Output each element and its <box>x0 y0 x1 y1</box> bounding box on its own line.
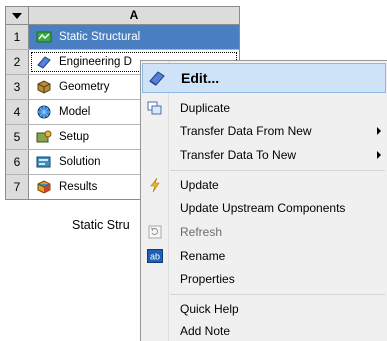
cell-label: Results <box>59 181 97 193</box>
menu-item-properties[interactable]: Properties <box>141 267 387 290</box>
geometry-icon <box>36 80 52 94</box>
menu-item-label: Update Upstream Components <box>168 201 345 215</box>
svg-text:ab: ab <box>149 251 159 261</box>
column-header-row: A <box>6 7 239 25</box>
setup-icon <box>36 130 52 144</box>
menu-item-edit[interactable]: Edit... <box>142 63 386 93</box>
static-structural-icon <box>36 30 52 44</box>
menu-item-rename[interactable]: ab Rename <box>141 244 387 267</box>
model-icon <box>36 105 52 119</box>
edit-book-icon <box>143 70 170 86</box>
cell-label: Solution <box>59 156 101 168</box>
row-number: 4 <box>6 100 29 124</box>
cell-row-static-structural[interactable]: 1 Static Structural <box>6 25 239 50</box>
menu-item-transfer-data-to-new[interactable]: Transfer Data To New <box>141 143 387 166</box>
menu-item-quick-help[interactable]: Quick Help <box>141 297 387 320</box>
submenu-arrow-icon <box>377 151 381 159</box>
results-icon <box>36 180 52 194</box>
menu-item-label: Rename <box>168 249 225 263</box>
cell-label: Geometry <box>59 81 110 93</box>
menu-item-refresh[interactable]: Refresh <box>141 220 387 243</box>
row-number: 2 <box>6 50 29 74</box>
menu-item-label: Transfer Data To New <box>168 148 296 162</box>
menu-item-update-upstream-components[interactable]: Update Upstream Components <box>141 196 387 219</box>
menu-item-transfer-data-from-new[interactable]: Transfer Data From New <box>141 119 387 142</box>
menu-item-label: Add Note <box>168 324 230 338</box>
row-number: 6 <box>6 150 29 174</box>
cell-label: Engineering D <box>59 56 132 68</box>
menu-item-duplicate[interactable]: Duplicate <box>141 96 387 119</box>
cell-label: Setup <box>59 131 89 143</box>
menu-item-add-note[interactable]: Add Note <box>141 320 387 341</box>
lightning-icon <box>141 177 168 193</box>
menu-item-label: Transfer Data From New <box>168 124 312 138</box>
rename-icon: ab <box>141 249 168 263</box>
refresh-icon <box>141 225 168 239</box>
menu-item-label: Quick Help <box>168 302 239 316</box>
context-menu: Edit... Duplicate Transfer Data From New… <box>140 60 387 341</box>
system-caption[interactable]: Static Stru <box>72 218 130 232</box>
menu-item-update[interactable]: Update <box>141 173 387 196</box>
solution-icon <box>36 155 52 169</box>
cell-label: Model <box>59 106 90 118</box>
row-number: 5 <box>6 125 29 149</box>
menu-item-label: Update <box>168 178 219 192</box>
menu-item-label: Refresh <box>168 225 222 239</box>
engineering-data-icon <box>36 55 52 69</box>
row-number: 1 <box>6 25 29 49</box>
menu-item-label: Duplicate <box>168 101 230 115</box>
menu-item-label: Properties <box>168 272 235 286</box>
submenu-arrow-icon <box>377 127 381 135</box>
menu-separator <box>170 170 385 171</box>
duplicate-icon <box>141 101 168 115</box>
column-header: A <box>29 7 239 24</box>
row-number: 3 <box>6 75 29 99</box>
row-number: 7 <box>6 175 29 199</box>
block-dropdown-arrow-icon[interactable] <box>6 7 29 24</box>
menu-separator <box>170 294 385 295</box>
menu-item-label: Edit... <box>170 70 219 86</box>
cell-static-structural[interactable]: Static Structural <box>29 25 239 49</box>
cell-label: Static Structural <box>59 31 140 43</box>
